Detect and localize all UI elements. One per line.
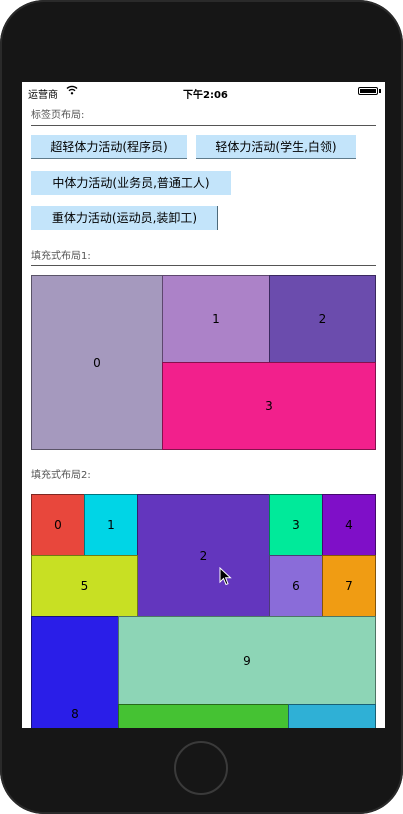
fill1-cell[interactable]: 0	[31, 275, 163, 450]
divider	[31, 125, 376, 126]
cell-label: 1	[107, 518, 115, 532]
fill1-cell[interactable]: 2	[269, 275, 376, 363]
tag-label: 中体力活动(业务员,普通工人)	[52, 176, 210, 190]
fill2-cell[interactable]: 6	[269, 555, 323, 617]
cell-label: 1	[212, 312, 220, 326]
status-time: 下午2:06	[183, 90, 228, 101]
fill1-cell[interactable]: 3	[162, 362, 376, 450]
fill2-label: 填充式布局2:	[31, 470, 91, 481]
fill2-cell[interactable]: 7	[322, 555, 376, 617]
divider	[31, 265, 376, 266]
battery-icon	[358, 87, 378, 95]
cell-label: 0	[93, 355, 101, 370]
status-bar: 运营商 下午2:06	[22, 82, 385, 101]
app-screen: 运营商 下午2:06 标签页布局: 超轻体力活动(程序员) 轻体力活动(学生,白…	[22, 82, 385, 728]
home-button[interactable]	[174, 741, 228, 795]
cell-label: 2	[199, 548, 208, 563]
cell-label: 7	[345, 579, 353, 593]
tag-heavy[interactable]: 重体力活动(运动员,装卸工)	[31, 206, 218, 230]
fill2-cell[interactable]: 1	[84, 494, 138, 556]
fill2-cell[interactable]: 3	[269, 494, 323, 556]
cell-label: 3	[265, 399, 273, 413]
tag-label: 超轻体力活动(程序员)	[50, 140, 168, 154]
fill2-cell[interactable]: 0	[31, 494, 85, 556]
cell-label: 9	[243, 653, 251, 668]
cell-label: 8	[71, 707, 79, 721]
tag-layout-label: 标签页布局:	[31, 110, 85, 121]
tag-cursor-bar	[217, 206, 218, 230]
tag-label: 重体力活动(运动员,装卸工)	[51, 211, 198, 225]
cell-label: 2	[318, 312, 327, 326]
wifi-icon	[66, 85, 78, 95]
cell-label: 0	[54, 518, 62, 532]
carrier-label: 运营商	[28, 90, 58, 101]
fill2-cell[interactable]: 2	[137, 494, 270, 617]
tag-label: 轻体力活动(学生,白领)	[215, 140, 337, 154]
tag-very-light[interactable]: 超轻体力活动(程序员)	[31, 135, 187, 159]
mouse-pointer-icon	[219, 567, 232, 586]
fill2-cell[interactable]: 8	[31, 616, 119, 728]
fill2-cell[interactable]	[288, 704, 376, 728]
fill1-label: 填充式布局1:	[31, 251, 91, 262]
fill2-cell[interactable]: 9	[118, 616, 376, 705]
cell-label: 4	[345, 518, 353, 532]
tag-light[interactable]: 轻体力活动(学生,白领)	[196, 135, 356, 159]
battery-tip	[379, 89, 381, 93]
fill2-cell[interactable]: 4	[322, 494, 376, 556]
cell-label: 5	[80, 579, 89, 593]
cell-label: 6	[292, 579, 300, 593]
tag-medium[interactable]: 中体力活动(业务员,普通工人)	[31, 171, 231, 195]
fill2-cell[interactable]	[118, 704, 289, 728]
fill1-cell[interactable]: 1	[162, 275, 270, 363]
cell-label: 3	[292, 518, 300, 532]
fill2-cell[interactable]: 5	[31, 555, 138, 617]
